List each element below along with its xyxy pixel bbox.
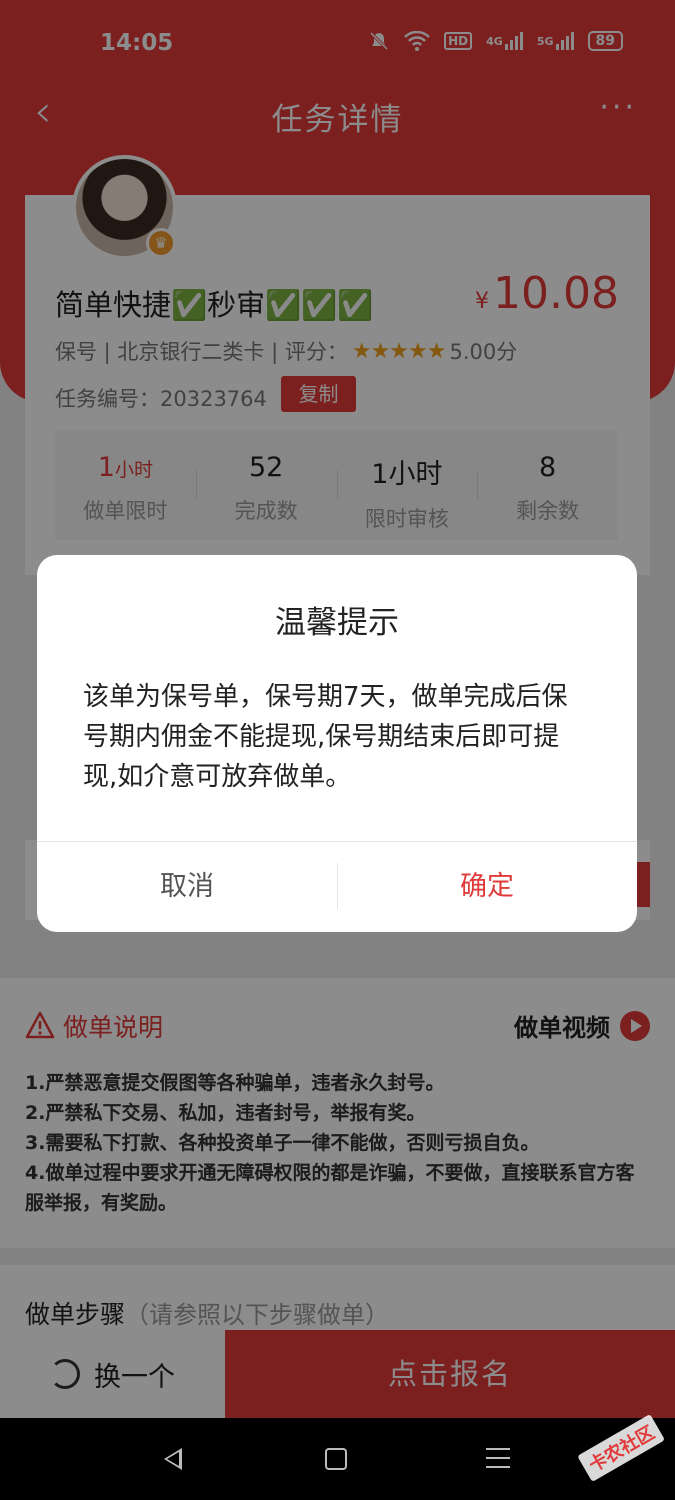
system-back-icon[interactable]	[164, 1448, 182, 1470]
cancel-button[interactable]: 取消	[37, 842, 337, 932]
tip-dialog: 温馨提示 该单为保号单，保号期7天，做单完成后保号期内佣金不能提现,保号期结束后…	[37, 555, 637, 932]
system-nav-bar	[0, 1418, 675, 1500]
dialog-message: 该单为保号单，保号期7天，做单完成后保号期内佣金不能提现,保号期结束后即可提现,…	[83, 682, 568, 792]
system-home-icon[interactable]	[325, 1448, 347, 1470]
system-menu-icon[interactable]	[486, 1448, 510, 1468]
dialog-title: 温馨提示	[275, 605, 399, 641]
confirm-button[interactable]: 确定	[337, 842, 637, 932]
